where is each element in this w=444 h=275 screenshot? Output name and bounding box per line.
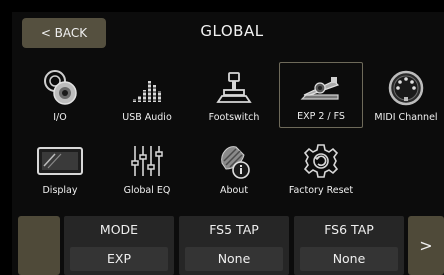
tile-midi-channel[interactable]: MIDI Channel bbox=[364, 64, 444, 130]
expression-pedal-icon bbox=[280, 65, 362, 109]
tile-label: About bbox=[219, 185, 249, 196]
global-settings-screen: < BACK GLOBAL I/O USB Audio Footswitch E… bbox=[12, 12, 444, 275]
tile-label: Global EQ bbox=[123, 185, 171, 196]
tile-footswitch[interactable]: Footswitch bbox=[192, 64, 276, 130]
parameter-bar: MODE EXP FS5 TAP None FS6 TAP None > bbox=[12, 216, 444, 275]
eq-sliders-icon bbox=[105, 139, 189, 183]
param-label: FS6 TAP bbox=[324, 222, 374, 237]
param-value[interactable]: None bbox=[300, 247, 398, 271]
tile-label: MIDI Channel bbox=[374, 112, 438, 123]
previous-page-button[interactable] bbox=[18, 216, 60, 275]
tile-label: I/O bbox=[53, 112, 67, 123]
midi-connector-icon bbox=[364, 66, 444, 110]
tile-label: USB Audio bbox=[122, 112, 172, 123]
usb-audio-meter-icon bbox=[105, 66, 189, 110]
param-value[interactable]: None bbox=[185, 247, 283, 271]
display-icon bbox=[18, 139, 102, 183]
footswitch-icon bbox=[192, 66, 276, 110]
param-fs6-tap[interactable]: FS6 TAP None bbox=[294, 216, 404, 275]
factory-reset-icon bbox=[279, 139, 363, 183]
back-button[interactable]: < BACK bbox=[22, 18, 106, 48]
header-bar: < BACK GLOBAL bbox=[12, 12, 444, 58]
tile-usb-audio[interactable]: USB Audio bbox=[105, 64, 189, 130]
tile-io[interactable]: I/O bbox=[18, 64, 102, 130]
param-fs5-tap[interactable]: FS5 TAP None bbox=[179, 216, 289, 275]
tile-exp2-fs[interactable]: EXP 2 / FS bbox=[279, 62, 363, 128]
param-label: MODE bbox=[99, 222, 139, 237]
param-label: FS5 TAP bbox=[209, 222, 259, 237]
param-mode[interactable]: MODE EXP bbox=[64, 216, 174, 275]
tile-global-eq[interactable]: Global EQ bbox=[105, 137, 189, 203]
tile-factory-reset[interactable]: Factory Reset bbox=[279, 137, 363, 203]
tile-label: Footswitch bbox=[208, 112, 260, 123]
param-value[interactable]: EXP bbox=[70, 247, 168, 271]
page-title: GLOBAL bbox=[200, 22, 264, 40]
tile-label: Factory Reset bbox=[288, 185, 354, 196]
next-page-button[interactable]: > bbox=[408, 216, 444, 275]
tile-about[interactable]: About bbox=[192, 137, 276, 203]
io-jack-icon bbox=[18, 66, 102, 110]
about-info-icon bbox=[192, 139, 276, 183]
tile-label: Display bbox=[42, 185, 78, 196]
tile-display[interactable]: Display bbox=[18, 137, 102, 203]
